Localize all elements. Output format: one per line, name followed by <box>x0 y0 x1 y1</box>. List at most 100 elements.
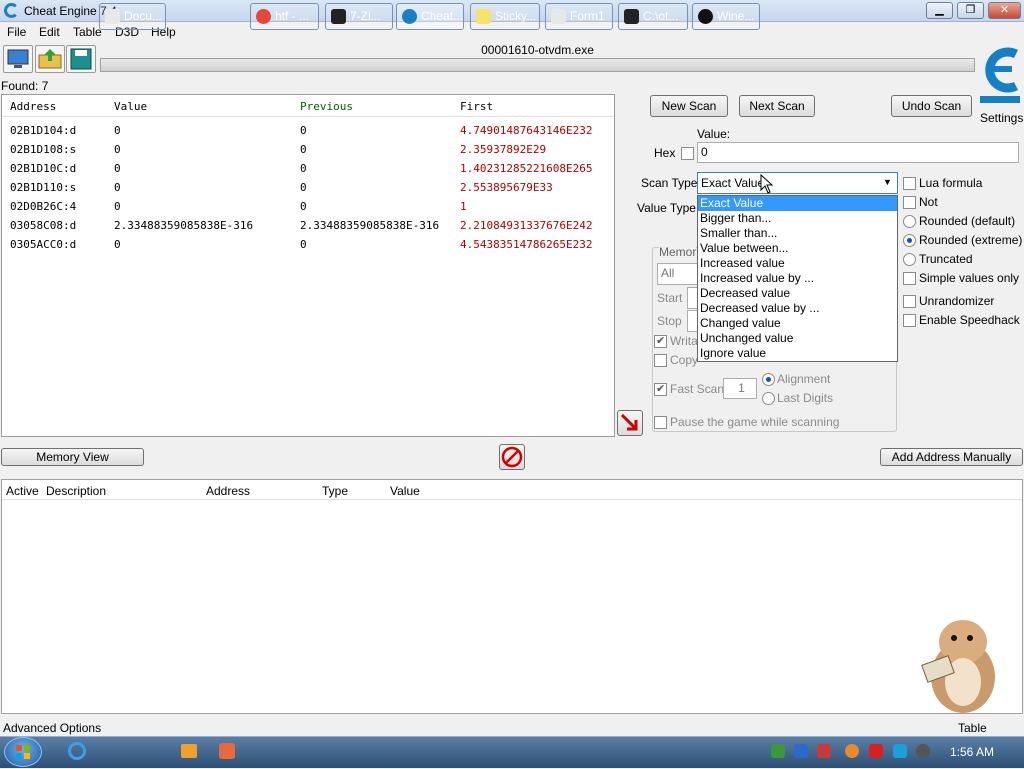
scan-progress-bar <box>100 58 975 72</box>
taskbar-item-sticky[interactable]: Sticky... <box>470 3 540 30</box>
copy-on-write-label: Copy <box>670 353 699 367</box>
copy-on-write-checkbox[interactable] <box>654 354 667 367</box>
computer-icon <box>7 49 29 68</box>
tray-app-icon[interactable] <box>817 744 831 758</box>
app-icon[interactable] <box>219 743 235 759</box>
task-label: Wine... <box>717 9 755 23</box>
task-label: Docu... <box>124 9 163 23</box>
value-input[interactable]: 0 <box>697 142 1019 163</box>
add-address-manually-button[interactable]: Add Address Manually <box>880 448 1023 466</box>
scan-type-option[interactable]: Bigger than... <box>698 211 897 226</box>
scan-type-select[interactable]: Exact Value ▼ <box>697 172 898 194</box>
new-scan-button[interactable]: New Scan <box>650 95 728 117</box>
form-icon <box>551 9 566 24</box>
open-file-button[interactable] <box>35 45 65 73</box>
stop-scan-button[interactable] <box>499 444 525 470</box>
tray-volume-icon[interactable] <box>916 744 930 758</box>
row-value: 2.33488359085838E-316 <box>114 219 254 232</box>
memory-view-button[interactable]: Memory View <box>1 448 144 466</box>
taskbar-item-htf[interactable]: htf - ... <box>250 3 319 30</box>
column-value[interactable]: Value <box>114 100 147 113</box>
scan-type-option[interactable]: Decreased value <box>698 286 897 301</box>
column-first[interactable]: First <box>460 100 493 113</box>
tray-search-icon[interactable] <box>845 744 859 758</box>
column-address[interactable]: Address <box>10 100 56 113</box>
menu-table[interactable]: Table <box>73 25 102 39</box>
taskbar-item-console[interactable]: C:\ot... <box>618 3 688 30</box>
hex-checkbox[interactable] <box>681 147 694 160</box>
clock[interactable]: 1:56 AM <box>950 745 994 759</box>
result-row[interactable]: 03058C08:d 2.33488359085838E-316 2.33488… <box>2 216 614 235</box>
advanced-options-link[interactable]: Advanced Options <box>3 721 101 735</box>
taskbar-item-wine[interactable]: Wine... <box>692 3 760 30</box>
tray-app-icon[interactable] <box>794 744 808 758</box>
speedhack-checkbox[interactable] <box>903 314 916 327</box>
result-row[interactable]: 0305ACC0:d 0 0 4.54383514786265E232 <box>2 235 614 254</box>
lua-formula-checkbox[interactable] <box>903 177 916 190</box>
pause-game-checkbox[interactable] <box>654 416 667 429</box>
column-active[interactable]: Active <box>6 484 39 498</box>
not-checkbox[interactable] <box>903 196 916 209</box>
next-scan-button[interactable]: Next Scan <box>739 95 815 117</box>
settings-link[interactable]: Settings <box>980 111 1023 125</box>
menu-edit[interactable]: Edit <box>39 25 60 39</box>
column-value[interactable]: Value <box>390 484 420 498</box>
result-row[interactable]: 02B1D10C:d 0 0 1.40231285221608E265 <box>2 159 614 178</box>
column-type[interactable]: Type <box>322 484 348 498</box>
minimize-button[interactable]: ▁ <box>926 2 953 19</box>
scan-type-option[interactable]: Exact Value <box>698 196 897 211</box>
select-process-button[interactable] <box>3 45 33 73</box>
rounded-extreme-radio[interactable] <box>903 234 916 247</box>
address-list[interactable]: Active Description Address Type Value <box>1 479 1023 714</box>
document-icon <box>105 9 120 24</box>
start-button[interactable] <box>4 737 42 767</box>
simple-values-checkbox[interactable] <box>903 272 916 285</box>
unrandomizer-checkbox[interactable] <box>903 295 916 308</box>
last-digits-radio[interactable] <box>762 392 775 405</box>
scan-results-list[interactable]: Address Value Previous First 02B1D104:d … <box>1 94 615 437</box>
internet-explorer-icon[interactable] <box>68 742 86 760</box>
cheat-engine-logo[interactable] <box>976 40 1024 106</box>
maximize-button[interactable]: ❐ <box>957 2 984 19</box>
taskbar-item-7zip[interactable]: 7-Zi... <box>325 3 393 30</box>
column-description[interactable]: Description <box>46 484 106 498</box>
tray-network-icon[interactable] <box>893 744 907 758</box>
menu-file[interactable]: File <box>7 25 26 39</box>
scan-type-option[interactable]: Smaller than... <box>698 226 897 241</box>
fast-scan-checkbox[interactable] <box>654 382 667 396</box>
result-row[interactable]: 02B1D110:s 0 0 2.553895679E33 <box>2 178 614 197</box>
scan-type-option[interactable]: Ignore value <box>698 346 897 361</box>
taskbar-item-document[interactable]: Docu... <box>99 3 166 30</box>
truncated-radio[interactable] <box>903 253 916 266</box>
column-address[interactable]: Address <box>206 484 250 498</box>
taskbar-item-form1[interactable]: Form1 <box>545 3 613 30</box>
scan-type-option[interactable]: Decreased value by ... <box>698 301 897 316</box>
result-row[interactable]: 02D0B26C:4 0 0 1 <box>2 197 614 216</box>
row-address: 02D0B26C:4 <box>10 200 77 213</box>
tray-app-icon[interactable] <box>771 744 785 758</box>
value-type-label: Value Type <box>637 201 696 215</box>
scan-type-dropdown-list[interactable]: Exact Value Bigger than... Smaller than.… <box>697 195 898 362</box>
save-button[interactable] <box>66 45 96 73</box>
memory-region-select[interactable]: All <box>657 263 702 285</box>
scan-type-option[interactable]: Increased value by ... <box>698 271 897 286</box>
media-player-icon[interactable] <box>181 744 197 758</box>
fast-scan-input[interactable]: 1 <box>723 378 757 399</box>
alignment-radio[interactable] <box>762 373 775 386</box>
close-button[interactable]: ✕ <box>988 2 1021 19</box>
add-selected-to-list-button[interactable] <box>617 410 643 436</box>
column-previous[interactable]: Previous <box>300 100 353 113</box>
task-label: Form1 <box>570 9 605 23</box>
result-row[interactable]: 02B1D108:s 0 0 2.35937892E29 <box>2 140 614 159</box>
scan-type-option[interactable]: Changed value <box>698 316 897 331</box>
taskbar-item-cheat-engine[interactable]: Cheat... <box>396 3 464 30</box>
undo-scan-button[interactable]: Undo Scan <box>891 95 972 117</box>
writable-checkbox[interactable] <box>654 334 667 348</box>
scan-type-option[interactable]: Value between... <box>698 241 897 256</box>
tray-flag-icon[interactable] <box>869 744 883 758</box>
scan-type-option[interactable]: Increased value <box>698 256 897 271</box>
result-row[interactable]: 02B1D104:d 0 0 4.74901487643146E232 <box>2 121 614 140</box>
scan-type-option[interactable]: Unchanged value <box>698 331 897 346</box>
rounded-default-radio[interactable] <box>903 215 916 228</box>
mouse-cursor-icon <box>760 174 774 194</box>
